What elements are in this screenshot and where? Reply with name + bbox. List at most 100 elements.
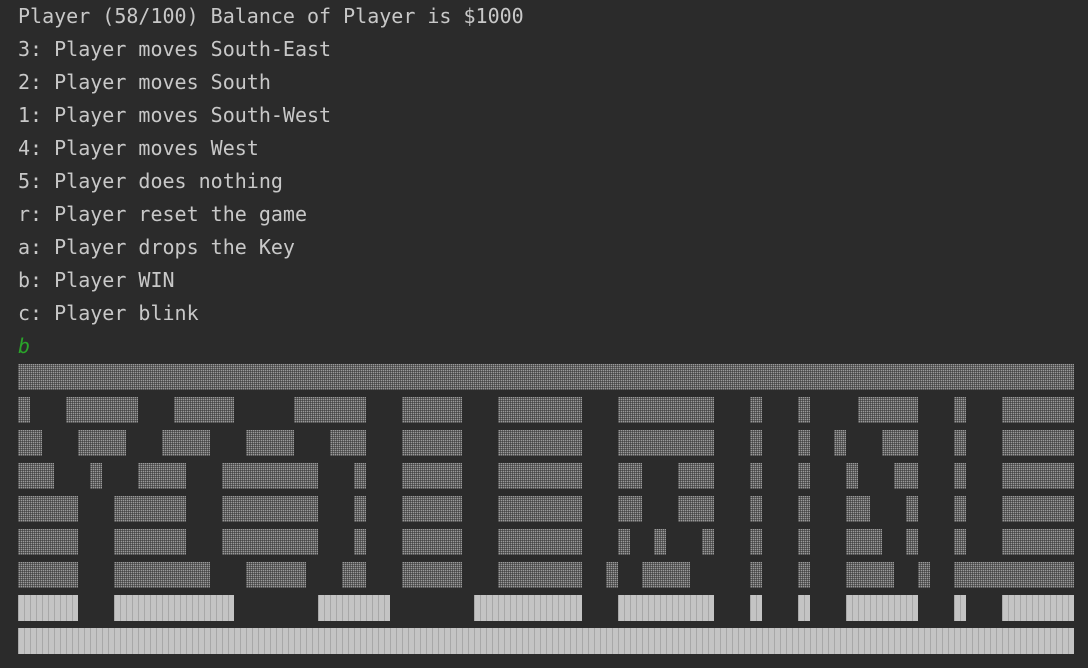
block-segment [474,595,582,621]
block-segment [66,397,138,423]
block-segment [18,397,30,423]
option-line: b: Player WIN [18,268,175,292]
block-segment [1002,496,1074,522]
option-line: 1: Player moves South-West [18,103,332,127]
block-segment [18,364,1074,390]
block-segment [918,562,930,588]
block-segment [114,496,186,522]
block-segment [906,529,918,555]
block-segment [846,562,894,588]
block-segment [498,463,582,489]
block-segment [402,430,462,456]
block-segment [954,595,966,621]
block-segment [750,463,762,489]
block-segment [702,529,714,555]
block-segment [954,562,1074,588]
block-segment [858,397,918,423]
block-segment [750,397,762,423]
block-segment [402,529,462,555]
block-segment [222,463,318,489]
block-segment [954,496,966,522]
block-segment [174,397,234,423]
block-segment [114,562,210,588]
block-segment [834,430,846,456]
block-segment [246,562,306,588]
block-segment [354,529,366,555]
block-segment [222,529,318,555]
block-segment [750,496,762,522]
block-segment [798,529,810,555]
block-segment [954,430,966,456]
console-output: Player (58/100) Balance of Player is $10… [18,0,1082,363]
block-segment [906,496,918,522]
option-line: 5: Player does nothing [18,169,283,193]
block-segment [354,463,366,489]
block-segment [678,496,714,522]
block-segment [498,529,582,555]
block-segment [954,529,966,555]
block-segment [618,463,642,489]
block-segment [750,529,762,555]
block-segment [750,430,762,456]
block-segment [18,628,1074,654]
option-line: 2: Player moves South [18,70,271,94]
block-segment [18,496,78,522]
block-segment [18,595,78,621]
block-segment [846,496,870,522]
block-segment [498,562,582,588]
block-segment [606,562,618,588]
block-segment [798,463,810,489]
block-segment [1002,529,1074,555]
block-segment [90,463,102,489]
block-segment [798,430,810,456]
block-segment [18,562,78,588]
block-segment [618,397,714,423]
block-segment [498,496,582,522]
block-segment [846,529,882,555]
user-input-echo[interactable]: b [18,330,1082,363]
block-segment [498,397,582,423]
block-segment [750,595,762,621]
block-segment [402,463,462,489]
block-segment [342,562,366,588]
block-segment [498,430,582,456]
block-segment [798,397,810,423]
block-segment [162,430,210,456]
block-segment [642,562,690,588]
block-segment [318,595,390,621]
block-segment [678,463,714,489]
block-segment [1002,430,1074,456]
block-segment [246,430,294,456]
block-segment [798,562,810,588]
block-segment [618,430,714,456]
status-line: Player (58/100) Balance of Player is $10… [18,4,524,28]
block-segment [402,496,462,522]
ascii-block-art [18,364,1078,664]
block-segment [402,397,462,423]
block-segment [894,463,918,489]
block-segment [18,463,54,489]
block-segment [1002,595,1074,621]
block-segment [330,430,366,456]
option-line: 4: Player moves West [18,136,259,160]
block-segment [846,595,918,621]
block-segment [882,430,918,456]
block-segment [1002,463,1074,489]
option-line: c: Player blink [18,301,199,325]
option-line: r: Player reset the game [18,202,307,226]
block-segment [618,529,630,555]
block-segment [618,595,714,621]
block-segment [222,496,318,522]
block-segment [78,430,126,456]
block-segment [750,562,762,588]
block-segment [954,463,966,489]
block-segment [846,463,858,489]
block-segment [1002,397,1074,423]
block-segment [954,397,966,423]
block-segment [618,496,642,522]
block-segment [798,496,810,522]
option-line: a: Player drops the Key [18,235,295,259]
block-segment [654,529,666,555]
block-segment [402,562,462,588]
block-segment [114,529,186,555]
